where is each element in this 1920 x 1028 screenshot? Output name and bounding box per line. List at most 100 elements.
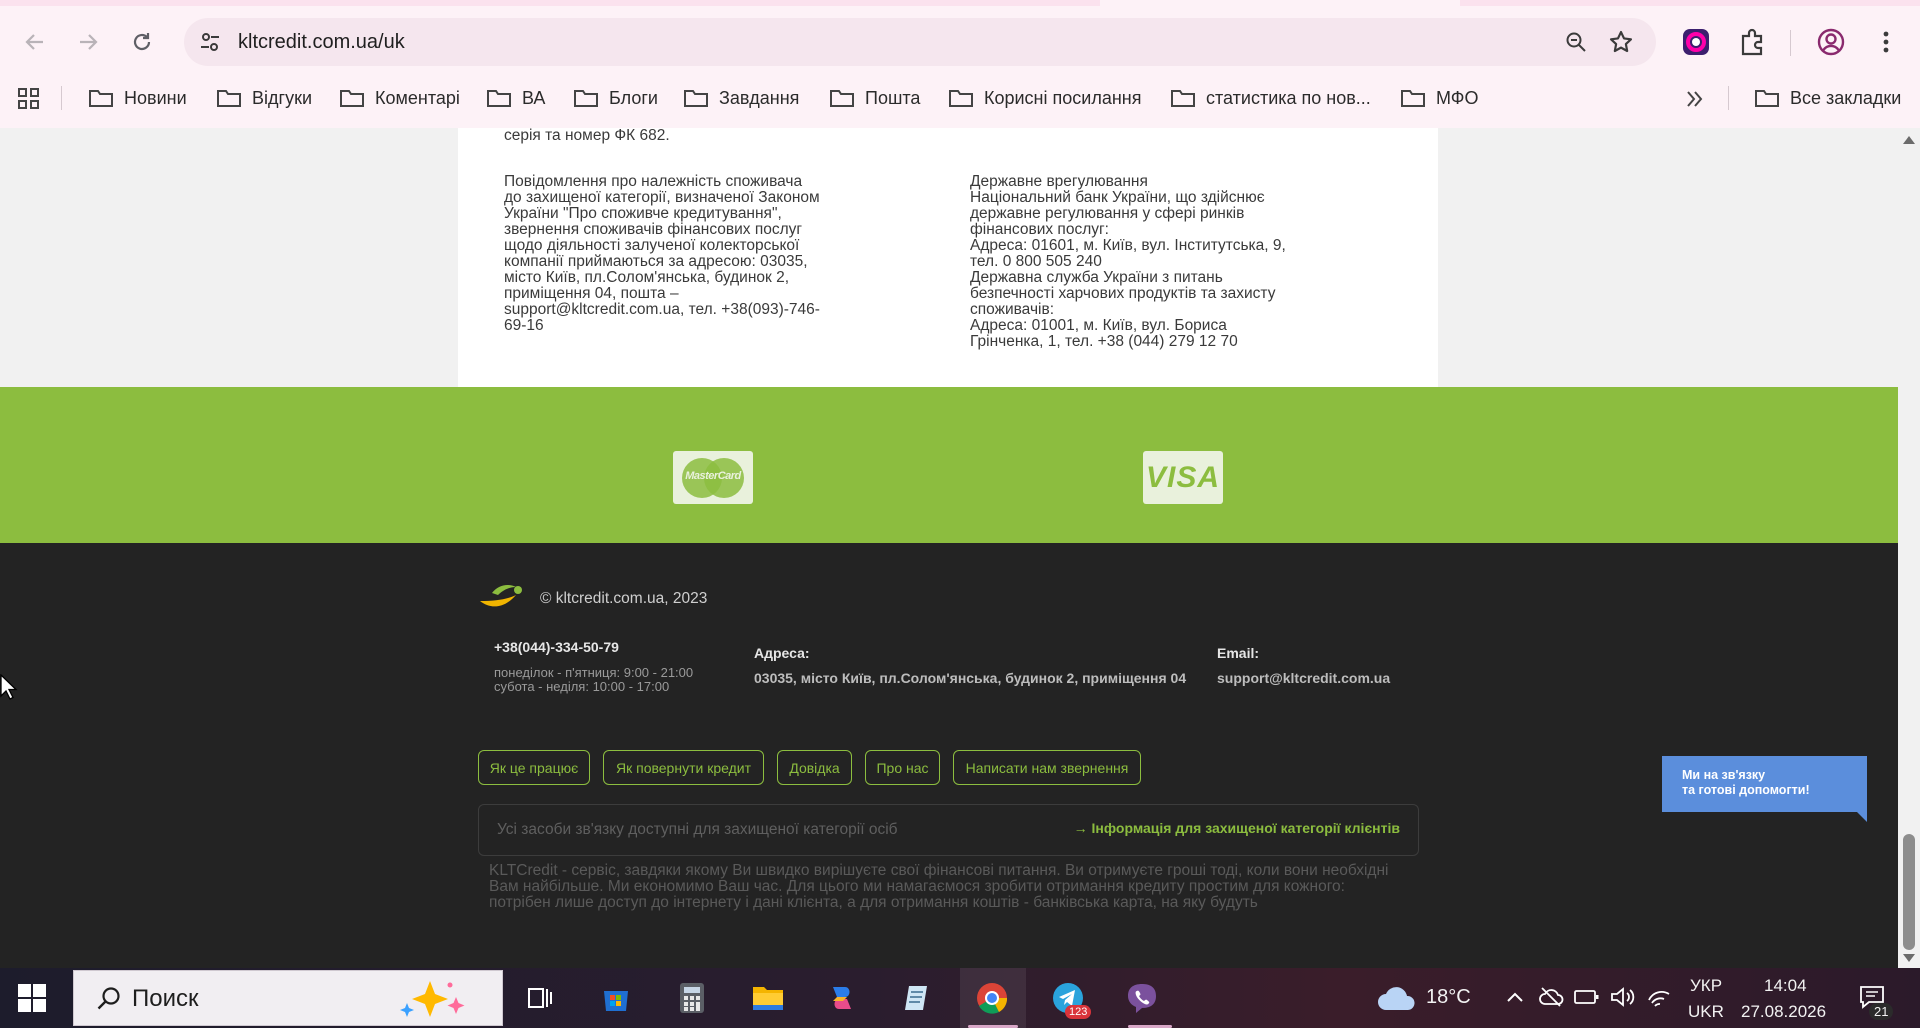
cloud-sync-off-icon[interactable] <box>1538 986 1564 1008</box>
notepad-icon <box>905 986 927 1010</box>
toolbar-divider <box>1790 30 1791 56</box>
arrow-left-icon <box>25 34 43 50</box>
bookmark-label: статистика по нов... <box>1206 87 1371 108</box>
site-settings-icon[interactable] <box>198 30 222 54</box>
zoom-icon[interactable] <box>1564 30 1588 54</box>
bookmarks-divider <box>1728 86 1729 110</box>
clock-date[interactable]: 27.08.2026 <box>1741 1002 1826 1022</box>
bookmark-folder-mail[interactable]: Пошта <box>829 84 920 112</box>
reload-button[interactable] <box>124 24 160 60</box>
link-how-to-repay[interactable]: Як повернути кредит <box>603 750 764 785</box>
viber-icon <box>1128 984 1156 1013</box>
folder-icon <box>89 90 113 107</box>
scroll-down-arrow-icon[interactable] <box>1903 954 1915 962</box>
bookmark-label: ВА <box>522 87 546 108</box>
scrollbar-thumb[interactable] <box>1903 834 1915 950</box>
legal-info-card: серія та номер ФК 682. Повідомлення про … <box>458 128 1438 408</box>
kebab-menu-icon[interactable] <box>1870 26 1902 58</box>
bookmark-folder-reviews[interactable]: Відгуки <box>216 84 312 112</box>
calculator-button[interactable] <box>672 978 712 1018</box>
calculator-icon <box>680 983 704 1013</box>
back-button[interactable] <box>17 24 53 60</box>
bookmark-star-icon[interactable] <box>1608 29 1634 55</box>
address-value: 03035, місто Київ, пл.Солом'янська, буди… <box>754 670 1187 686</box>
notepad-button[interactable] <box>896 978 936 1018</box>
forward-button[interactable] <box>70 24 106 60</box>
chat-widget-tail <box>1857 812 1867 822</box>
clock-time[interactable]: 14:04 <box>1764 976 1807 996</box>
language-indicator-bottom[interactable]: UKR <box>1688 1002 1724 1022</box>
mastercard-icon: MasterCard <box>680 457 746 498</box>
folder-icon <box>830 90 854 107</box>
link-how-it-works[interactable]: Як це працює <box>478 750 590 785</box>
folder-icon <box>340 90 364 107</box>
taskbar-search-box[interactable]: Поиск <box>73 970 503 1026</box>
mouse-cursor-icon <box>0 674 18 700</box>
chrome-button[interactable] <box>972 978 1012 1018</box>
bookmark-folder-tasks[interactable]: Завдання <box>683 84 799 112</box>
weather-temperature[interactable]: 18°C <box>1426 986 1471 1009</box>
windows-taskbar: Поиск 123 18°C УКР UKR 14:04 27.08.2026 … <box>0 968 1920 1028</box>
bookmark-folder-va[interactable]: ВА <box>486 84 545 112</box>
bookmark-folder-comments[interactable]: Коментарі <box>339 84 460 112</box>
copilot-button[interactable] <box>822 978 862 1018</box>
battery-icon[interactable] <box>1574 988 1600 1006</box>
bookmark-folder-blogs[interactable]: Блоги <box>573 84 658 112</box>
volume-icon[interactable] <box>1610 986 1636 1008</box>
certificate-line: серія та номер ФК 682. <box>504 128 670 144</box>
chat-widget[interactable]: Ми на зв'язку та готові допомогти! <box>1662 756 1867 822</box>
task-view-button[interactable] <box>520 978 560 1018</box>
visa-label: VISA <box>1145 460 1221 494</box>
page-scrollbar[interactable] <box>1898 128 1920 968</box>
payment-methods-band: MasterCard VISA <box>0 387 1898 543</box>
address-bar[interactable]: kltcredit.com.ua/uk <box>184 18 1656 66</box>
chat-widget-text: Ми на зв'язку та готові допомогти! <box>1682 768 1810 797</box>
email-value[interactable]: support@kltcredit.com.ua <box>1217 670 1390 686</box>
hours-weekend: субота - неділя: 10:00 - 17:00 <box>494 679 670 694</box>
bookmark-folder-statistics[interactable]: статистика по нов... <box>1170 84 1371 112</box>
cloud-weather-icon[interactable] <box>1376 984 1418 1012</box>
bookmark-folder-mfo[interactable]: МФО <box>1400 84 1478 112</box>
store-button[interactable] <box>596 978 636 1018</box>
brand-logo-icon[interactable] <box>478 583 524 613</box>
url-text[interactable]: kltcredit.com.ua/uk <box>238 31 405 54</box>
folder-icon <box>1755 90 1779 107</box>
chevron-up-icon[interactable] <box>1506 990 1524 1004</box>
language-indicator-top[interactable]: УКР <box>1690 976 1722 996</box>
active-tab-edge[interactable] <box>1100 0 1460 6</box>
bookmark-folder-useful-links[interactable]: Корисні посилання <box>948 84 1141 112</box>
browser-chrome: kltcredit.com.ua/uk Новини Відгуки Комен… <box>0 0 1920 128</box>
profile-icon[interactable] <box>1815 26 1847 58</box>
extensions-puzzle-icon[interactable] <box>1736 26 1768 58</box>
link-about-us[interactable]: Про нас <box>865 750 940 785</box>
viber-button[interactable] <box>1122 978 1162 1018</box>
chevron-double-right-icon[interactable] <box>1684 89 1706 109</box>
consumer-notice-text: Повідомлення про належність споживача до… <box>504 173 820 334</box>
link-help[interactable]: Довідка <box>777 750 852 785</box>
state-regulation-text: Державне врегулювання Національний банк … <box>970 173 1286 350</box>
bookmark-folder-news[interactable]: Новини <box>88 84 187 112</box>
all-bookmarks-button[interactable]: Все закладки <box>1754 84 1901 112</box>
apps-grid-icon[interactable] <box>17 87 41 111</box>
protected-category-link[interactable]: → Інформація для захищеної категорії клі… <box>1074 820 1400 836</box>
color-extension-icon[interactable] <box>1680 26 1712 58</box>
about-service-text: KLTCredit - сервіс, завдяки якому Ви шви… <box>489 862 1389 911</box>
copyright-text: © kltcredit.com.ua, 2023 <box>540 590 708 607</box>
all-bookmarks-label: Все закладки <box>1790 87 1902 108</box>
folder-icon <box>487 90 511 107</box>
bookmark-label: Новини <box>124 87 187 108</box>
hours-weekdays: понеділок - п'ятниця: 9:00 - 21:00 <box>494 665 694 680</box>
file-explorer-button[interactable] <box>748 978 788 1018</box>
scroll-up-arrow-icon[interactable] <box>1903 136 1915 144</box>
search-icon <box>97 987 120 1010</box>
windows-start-icon[interactable] <box>18 984 46 1012</box>
microsoft-store-icon <box>604 991 628 1011</box>
address-label: Адреса: <box>754 645 810 661</box>
taskbar-search-placeholder: Поиск <box>132 985 199 1012</box>
task-view-icon <box>528 988 552 1008</box>
phone-number[interactable]: +38(044)-334-50-79 <box>494 639 619 655</box>
wifi-icon[interactable] <box>1646 986 1672 1008</box>
tab-strip <box>0 0 1920 6</box>
link-write-appeal[interactable]: Написати нам звернення <box>953 750 1141 785</box>
bookmark-label: Корисні посилання <box>984 87 1142 108</box>
